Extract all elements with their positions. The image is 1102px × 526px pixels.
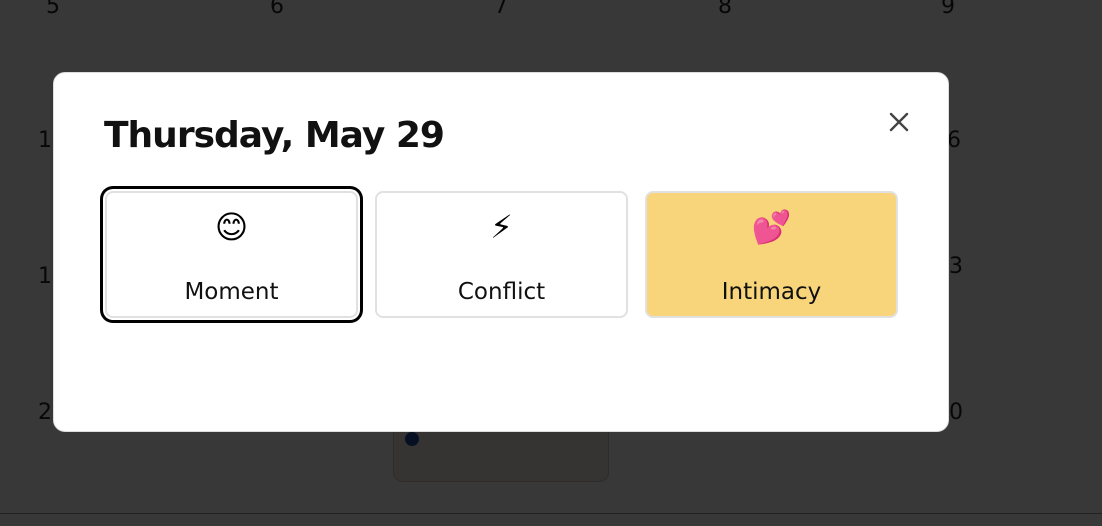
smiling-face-icon: 😊 bbox=[214, 208, 249, 246]
option-label: Intimacy bbox=[721, 279, 822, 305]
two-hearts-icon: 💕 bbox=[751, 208, 792, 246]
option-label: Conflict bbox=[457, 279, 546, 305]
lightning-icon: ⚡ bbox=[490, 208, 513, 246]
option-intimacy[interactable]: 💕 Intimacy bbox=[645, 191, 898, 318]
dialog-title: Thursday, May 29 bbox=[104, 115, 445, 156]
option-label: Moment bbox=[184, 279, 279, 305]
option-conflict[interactable]: ⚡ Conflict bbox=[375, 191, 628, 318]
close-button[interactable] bbox=[880, 103, 918, 141]
close-icon bbox=[880, 103, 918, 141]
day-entry-dialog: Thursday, May 29 😊 Moment ⚡ Conflict 💕 I… bbox=[53, 72, 949, 432]
page: 5 6 7 8 9 1 6 1 3 2 0 Thursday, May 29 bbox=[0, 0, 1102, 526]
option-moment[interactable]: 😊 Moment bbox=[105, 191, 358, 318]
